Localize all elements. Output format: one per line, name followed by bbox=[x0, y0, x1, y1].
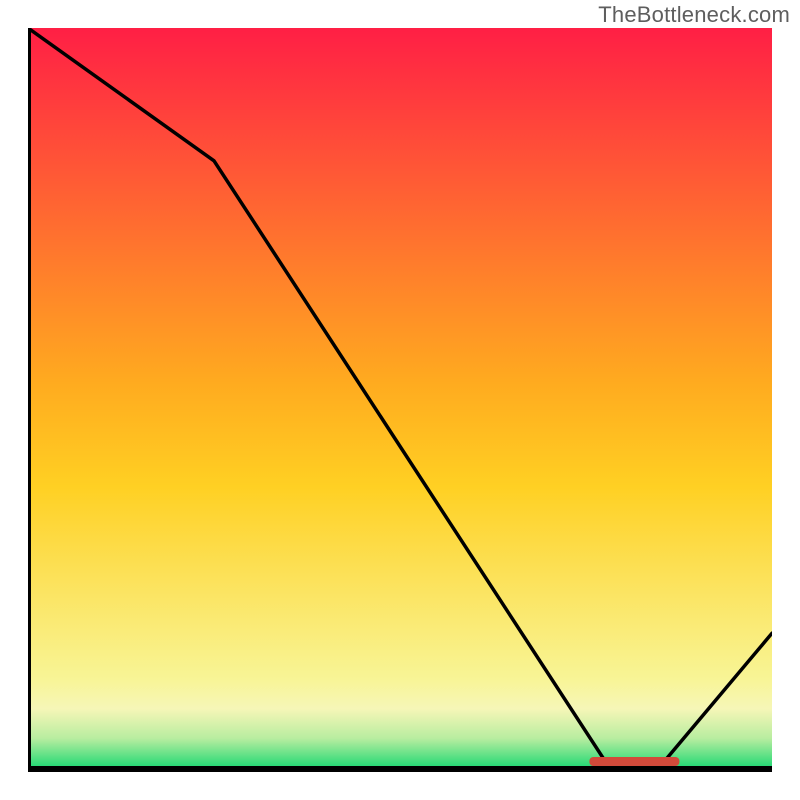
watermark-label: TheBottleneck.com bbox=[598, 2, 790, 28]
chart-svg bbox=[28, 28, 772, 772]
plot-area bbox=[28, 28, 772, 772]
chart-frame: TheBottleneck.com bbox=[0, 0, 800, 800]
gradient-background bbox=[28, 28, 772, 768]
optimal-range-marker bbox=[589, 757, 679, 766]
